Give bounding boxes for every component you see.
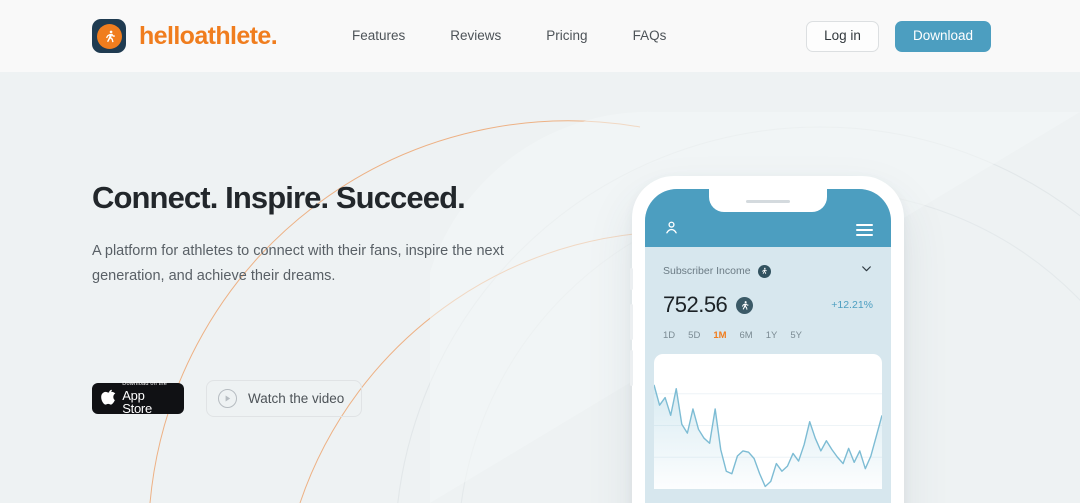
running-athlete-icon — [92, 19, 126, 53]
phone-notch — [709, 189, 827, 212]
app-store-big-text: App Store — [122, 388, 152, 417]
brand-name: helloathlete. — [139, 21, 278, 50]
page-title: Connect. Inspire. Succeed. — [92, 180, 466, 215]
watch-video-label: Watch the video — [248, 391, 345, 406]
apple-logo-icon — [101, 389, 116, 405]
nav-item-pricing[interactable]: Pricing — [546, 28, 587, 43]
app-store-small-text: Download on the — [122, 380, 167, 387]
metric-value-group: 752.56 — [663, 292, 754, 318]
subscriber-income-label: Subscriber Income — [663, 265, 751, 277]
range-6m[interactable]: 6M — [740, 330, 753, 341]
download-button[interactable]: Download — [894, 21, 991, 52]
phone-volume-up-button — [630, 304, 633, 340]
app-status-bar — [645, 189, 891, 247]
metric-value: 752.56 — [663, 292, 728, 317]
chevron-down-icon[interactable] — [860, 262, 873, 280]
range-5y[interactable]: 5Y — [790, 330, 802, 341]
play-circle-icon — [218, 389, 237, 408]
login-button[interactable]: Log in — [806, 21, 879, 52]
app-top-bar — [645, 219, 891, 241]
athlete-badge-icon — [736, 296, 754, 314]
app-store-download-button[interactable]: Download on the App Store — [92, 380, 184, 417]
nav-item-features[interactable]: Features — [352, 28, 405, 43]
site-header: helloathlete. Features Reviews Pricing F… — [0, 0, 1080, 72]
phone-volume-down-button — [630, 350, 633, 386]
range-5d[interactable]: 5D — [688, 330, 700, 341]
phone-mute-switch — [630, 268, 633, 290]
range-1m[interactable]: 1M — [713, 330, 726, 341]
header-actions: Log in Download — [806, 21, 991, 52]
range-1y[interactable]: 1Y — [766, 330, 778, 341]
person-icon[interactable] — [663, 219, 680, 241]
range-1d[interactable]: 1D — [663, 330, 675, 341]
nav-item-reviews[interactable]: Reviews — [450, 28, 501, 43]
hero-copy: Connect. Inspire. Succeed. A platform fo… — [92, 180, 562, 290]
time-range-selector: 1D 5D 1M 6M 1Y 5Y — [645, 318, 891, 341]
subscriber-income-label-group: Subscriber Income — [663, 264, 771, 278]
hero-subheading: A platform for athletes to connect with … — [92, 242, 504, 285]
hamburger-menu-icon[interactable] — [856, 223, 873, 237]
phone-speaker-grille — [746, 200, 790, 203]
athlete-badge-icon — [757, 264, 771, 278]
income-chart-svg — [654, 384, 882, 489]
hero-cta-row: Download on the App Store Watch the vide… — [92, 380, 363, 417]
brand-logo[interactable]: helloathlete. — [92, 19, 278, 53]
income-chart — [654, 354, 882, 489]
subscriber-income-header[interactable]: Subscriber Income — [645, 247, 891, 280]
main-navigation: Features Reviews Pricing FAQs — [352, 28, 666, 43]
metric-row: 752.56 +12.21% — [645, 280, 891, 318]
metric-change: +12.21% — [831, 299, 873, 311]
phone-screen: Subscriber Income 752.56 +12.21% 1D 5D 1… — [645, 189, 891, 503]
nav-item-faqs[interactable]: FAQs — [633, 28, 667, 43]
watch-video-button[interactable]: Watch the video — [206, 380, 363, 417]
hero-section: Connect. Inspire. Succeed. A platform fo… — [0, 72, 1080, 503]
phone-mockup: Subscriber Income 752.56 +12.21% 1D 5D 1… — [630, 176, 904, 503]
